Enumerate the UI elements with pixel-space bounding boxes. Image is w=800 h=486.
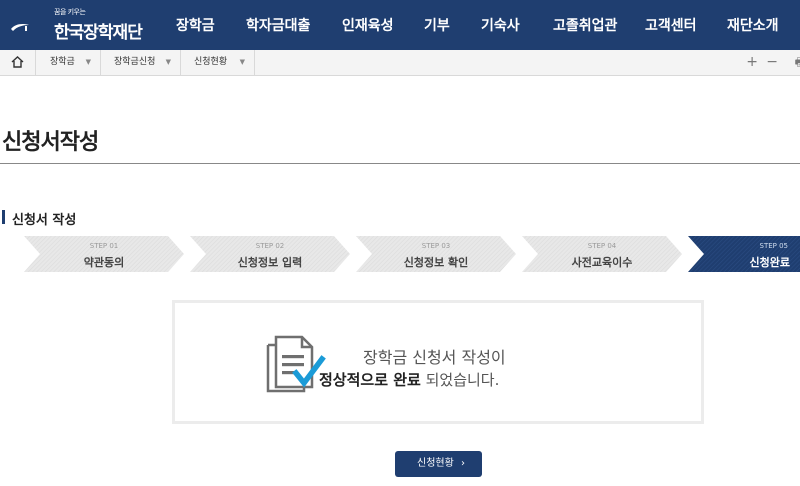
step-number: STEP 02	[255, 242, 285, 250]
menu-student-loan[interactable]: 학자금대출	[246, 0, 310, 50]
site-logo[interactable]: 꿈을 키우는 한국장학재단	[10, 6, 150, 44]
section-marker	[2, 210, 5, 224]
section-title: 신청서 작성	[12, 213, 77, 228]
step-indicator: STEP 01 약관동의 STEP 02 신청정보 입력 STEP 03 신청정…	[0, 236, 800, 272]
home-icon	[11, 56, 24, 68]
application-status-button[interactable]: 신청현황 ›	[395, 451, 482, 477]
breadcrumb-item-apply[interactable]: 장학금신청 ▼	[101, 50, 181, 75]
chevron-down-icon: ▼	[165, 58, 171, 66]
step-number: STEP 01	[89, 242, 119, 250]
zoom-in-button[interactable]: +	[746, 50, 758, 75]
step-label: 사전교육이수	[571, 256, 633, 269]
completion-message-line1: 장학금 신청서 작성이	[363, 348, 506, 367]
menu-about-foundation[interactable]: 재단소개	[727, 0, 779, 50]
menu-customer-center[interactable]: 고객센터	[645, 0, 697, 50]
breadcrumb: 장학금 ▼ 장학금신청 ▼ 신청현황 ▼ + − 🖶	[0, 50, 800, 76]
home-button[interactable]	[0, 50, 36, 75]
top-navigation: 꿈을 키우는 한국장학재단 장학금 학자금대출 인재육성 기부 기숙사 고졸취업…	[0, 0, 800, 50]
application-status-label: 신청현황	[417, 458, 454, 469]
menu-high-school-jobs[interactable]: 고졸취업관	[553, 0, 617, 50]
chevron-right-icon: ›	[461, 458, 465, 469]
menu-donation[interactable]: 기부	[424, 0, 450, 50]
step-label: 약관동의	[83, 256, 125, 269]
step-number: STEP 03	[421, 242, 451, 250]
menu-dormitory[interactable]: 기숙사	[481, 0, 520, 50]
breadcrumb-label: 신청현황	[194, 57, 228, 67]
chevron-down-icon: ▼	[85, 58, 91, 66]
completion-emphasis: 정상적으로 완료	[319, 371, 421, 389]
step-4: STEP 04 사전교육이수	[538, 236, 666, 272]
zoom-out-button[interactable]: −	[766, 50, 778, 75]
completion-box: 장학금 신청서 작성이 정상적으로 완료 되었습니다.	[172, 300, 704, 424]
page-title: 신청서작성	[2, 130, 99, 155]
breadcrumb-label: 장학금신청	[114, 57, 156, 67]
menu-talent-development[interactable]: 인재육성	[342, 0, 394, 50]
step-number: STEP 05	[759, 242, 789, 250]
step-5-current: STEP 05 신청완료	[704, 236, 800, 272]
breadcrumb-item-status[interactable]: 신청현황 ▼	[181, 50, 255, 75]
breadcrumb-label: 장학금	[50, 57, 75, 67]
print-icon[interactable]: 🖶	[795, 50, 800, 75]
step-number: STEP 04	[587, 242, 617, 250]
step-label: 신청정보 입력	[237, 256, 303, 269]
step-label: 신청완료	[749, 256, 790, 269]
completion-message-line2: 정상적으로 완료 되었습니다.	[319, 369, 499, 390]
logo-tagline: 꿈을 키우는	[54, 8, 86, 16]
logo-name: 한국장학재단	[54, 23, 143, 43]
menu-scholarship[interactable]: 장학금	[176, 0, 215, 50]
title-divider	[0, 163, 800, 164]
chevron-down-icon: ▼	[239, 58, 245, 66]
completion-message-suffix: 되었습니다.	[420, 371, 500, 389]
step-1: STEP 01 약관동의	[40, 236, 168, 272]
logo-mark-icon	[11, 24, 29, 31]
step-3: STEP 03 신청정보 확인	[372, 236, 500, 272]
breadcrumb-item-scholarship[interactable]: 장학금 ▼	[37, 50, 101, 75]
step-label: 신청정보 확인	[403, 256, 469, 269]
step-2: STEP 02 신청정보 입력	[206, 236, 334, 272]
